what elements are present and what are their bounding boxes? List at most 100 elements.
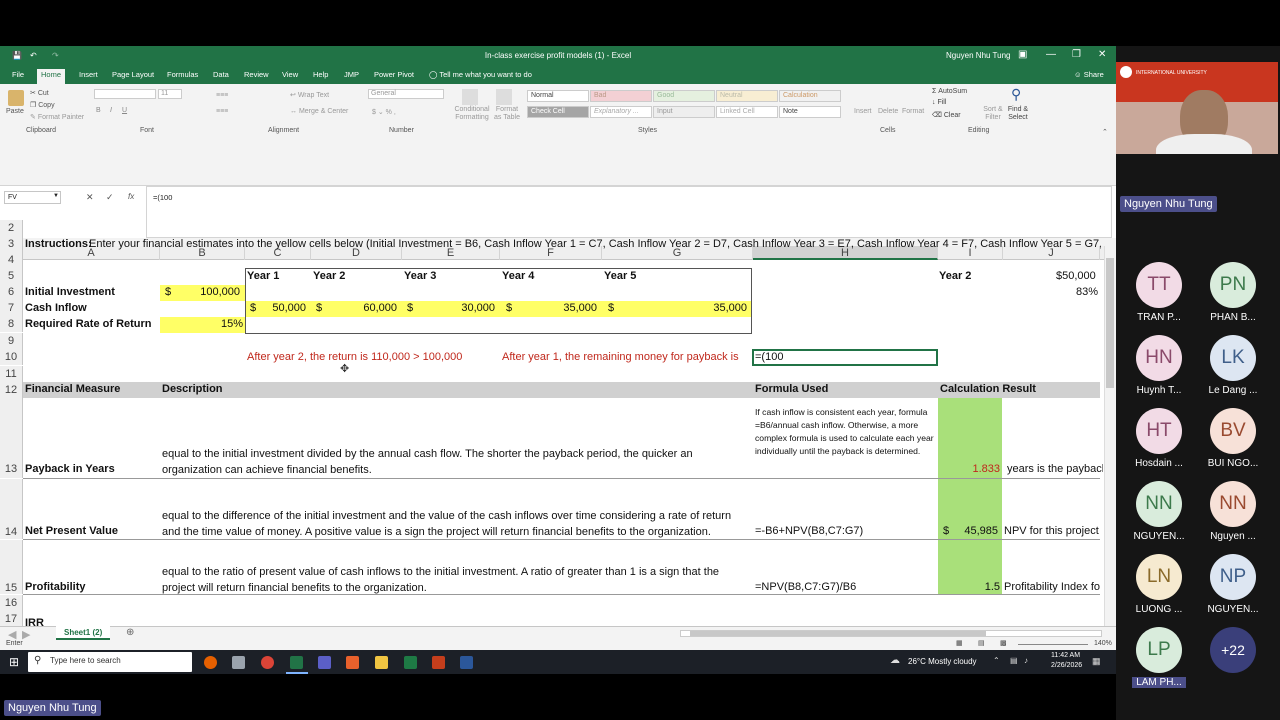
enter-checkmark-icon[interactable]: ✓ [106,192,114,203]
presenter-video[interactable]: INTERNATIONAL UNIVERSITY [1116,62,1278,154]
cash-inflow-year-5[interactable]: 35,000 [602,302,747,314]
conditional-formatting-button[interactable]: Conditional Formatting [452,106,492,122]
npv-result[interactable]: 45,985 [938,525,998,537]
merge-center-button[interactable]: ↔ Merge & Center [290,108,348,115]
cell-j5[interactable]: $50,000 [1056,270,1096,282]
clear-button[interactable]: ⌫ Clear [932,111,961,119]
rate-value[interactable]: 15% [160,318,243,330]
formula-input[interactable]: =(100 [146,186,1112,238]
participant-avatar[interactable]: LN [1136,554,1182,600]
participant-avatar[interactable]: LP [1136,627,1182,673]
excel-app-icon[interactable] [290,656,303,669]
row-header-13[interactable]: 13 [0,398,23,478]
format-as-table-button[interactable]: Format as Table [492,106,522,122]
tab-page-layout[interactable]: Page Layout [108,69,158,84]
cash-inflow-year-2[interactable]: 60,000 [311,302,397,314]
insert-function-icon[interactable]: fx [128,192,134,201]
initial-investment-value[interactable]: 100,000 [160,286,240,298]
style-check-cell[interactable]: Check Cell [527,106,589,118]
style-note[interactable]: Note [779,106,841,118]
tab-review[interactable]: Review [240,69,273,84]
row-header-7[interactable]: 7 [0,300,23,316]
row-header-10[interactable]: 10 [0,349,23,365]
notification-icon[interactable]: ▦ [1092,656,1101,667]
maximize-icon[interactable]: ❐ [1072,49,1081,60]
copy-button[interactable]: ❐ Copy [30,101,55,109]
account-name[interactable]: Nguyen Nhu Tung [946,51,1011,60]
profitability-result[interactable]: 1.5 [938,581,1000,593]
page-break-view-icon[interactable]: ▩ [1000,639,1007,647]
row-header-9[interactable]: 9 [0,333,23,349]
row-header-15[interactable]: 15 [0,540,23,594]
search-box[interactable]: ⚲ Type here to search [28,652,192,672]
find-select-button[interactable]: Find & Select [1004,106,1032,122]
row-header-5[interactable]: 5 [0,268,23,284]
autosum-button[interactable]: Σ AutoSum [932,88,967,95]
style-neutral[interactable]: Neutral [716,90,778,102]
share-button[interactable]: ☺ Share [1070,69,1108,84]
participant-avatar[interactable]: TT [1136,262,1182,308]
bold-button[interactable]: B [96,107,101,114]
row-header-12[interactable]: 12 [0,382,23,398]
horizontal-scrollbar-thumb[interactable] [690,631,986,636]
cell-f10-note[interactable]: After year 1, the remaining money for pa… [502,351,739,363]
file-explorer-app-icon[interactable] [232,656,245,669]
row-header-17[interactable]: 17 [0,611,23,626]
cell-h10-editing[interactable]: =(100 [755,351,783,363]
row-header-4[interactable]: 4 [0,252,23,268]
style-bad[interactable]: Bad [590,90,652,102]
format-painter-button[interactable]: ✎ Format Painter [30,113,84,121]
row-header-2[interactable]: 2 [0,220,23,236]
project-icon[interactable] [404,656,417,669]
wrap-text-button[interactable]: ↩ Wrap Text [290,91,329,99]
powerpoint-icon[interactable] [432,656,445,669]
participant-avatar[interactable]: NN [1136,481,1182,527]
network-icon[interactable]: ▤ [1010,656,1018,665]
sheet-tab-active[interactable]: Sheet1 (2) [56,626,111,640]
normal-view-icon[interactable]: ▦ [956,639,963,647]
format-cells-button[interactable]: Format [902,108,924,115]
paste-button[interactable]: Paste [6,108,24,115]
more-participants-badge[interactable]: +22 [1210,627,1256,673]
zoom-slider[interactable] [1018,644,1088,645]
add-sheet-icon[interactable]: ⊕ [126,627,134,638]
weather-icon[interactable]: ☁ [890,655,900,666]
italic-button[interactable]: I [110,107,112,114]
row-header-3[interactable]: 3 [0,236,23,252]
tab-jmp[interactable]: JMP [340,69,363,84]
weather-text[interactable]: 26°C Mostly cloudy [908,657,977,666]
tab-insert[interactable]: Insert [75,69,102,84]
align-top-icon[interactable]: ≡≡≡ [216,92,228,99]
cash-inflow-year-3[interactable]: 30,000 [402,302,495,314]
clock-time[interactable]: 11:42 AM [1051,652,1080,659]
participant-avatar[interactable]: HT [1136,408,1182,454]
row-header-11[interactable]: 11 [0,366,23,382]
tab-file[interactable]: File [8,69,28,84]
tab-power-pivot[interactable]: Power Pivot [370,69,418,84]
participant-avatar[interactable]: NN [1210,481,1256,527]
style-calculation[interactable]: Calculation [779,90,841,102]
volume-icon[interactable]: ♪ [1024,656,1028,665]
conditional-formatting-icon[interactable] [462,89,478,105]
participant-avatar[interactable]: BV [1210,408,1256,454]
style-explanatory[interactable]: Explanatory ... [590,106,652,118]
number-format-select[interactable]: General [368,89,444,99]
tell-me-box[interactable]: ◯ Tell me what you want to do [425,69,536,84]
tray-chevron-icon[interactable]: ⌃ [993,656,1000,665]
sort-filter-button[interactable]: Sort & Filter [982,106,1004,122]
firefox-icon[interactable] [204,656,217,669]
align-left-icon[interactable]: ≡≡≡ [216,108,228,115]
vertical-scrollbar-thumb[interactable] [1106,258,1114,388]
currency-icon[interactable]: $ ⌄ % , [372,108,396,116]
cell-j6[interactable]: 83% [1003,286,1098,298]
word-icon[interactable] [460,656,473,669]
snipping-tool-icon[interactable] [346,656,359,669]
teams-icon[interactable] [318,656,331,669]
tab-home[interactable]: Home [37,69,66,84]
font-name-select[interactable] [94,89,156,99]
style-input[interactable]: Input [653,106,715,118]
cancel-entry-icon[interactable]: ✕ [86,192,94,203]
ribbon-display-icon[interactable]: ▣ [1018,49,1027,60]
delete-cells-button[interactable]: Delete [878,108,898,115]
minimize-icon[interactable]: — [1046,49,1056,60]
